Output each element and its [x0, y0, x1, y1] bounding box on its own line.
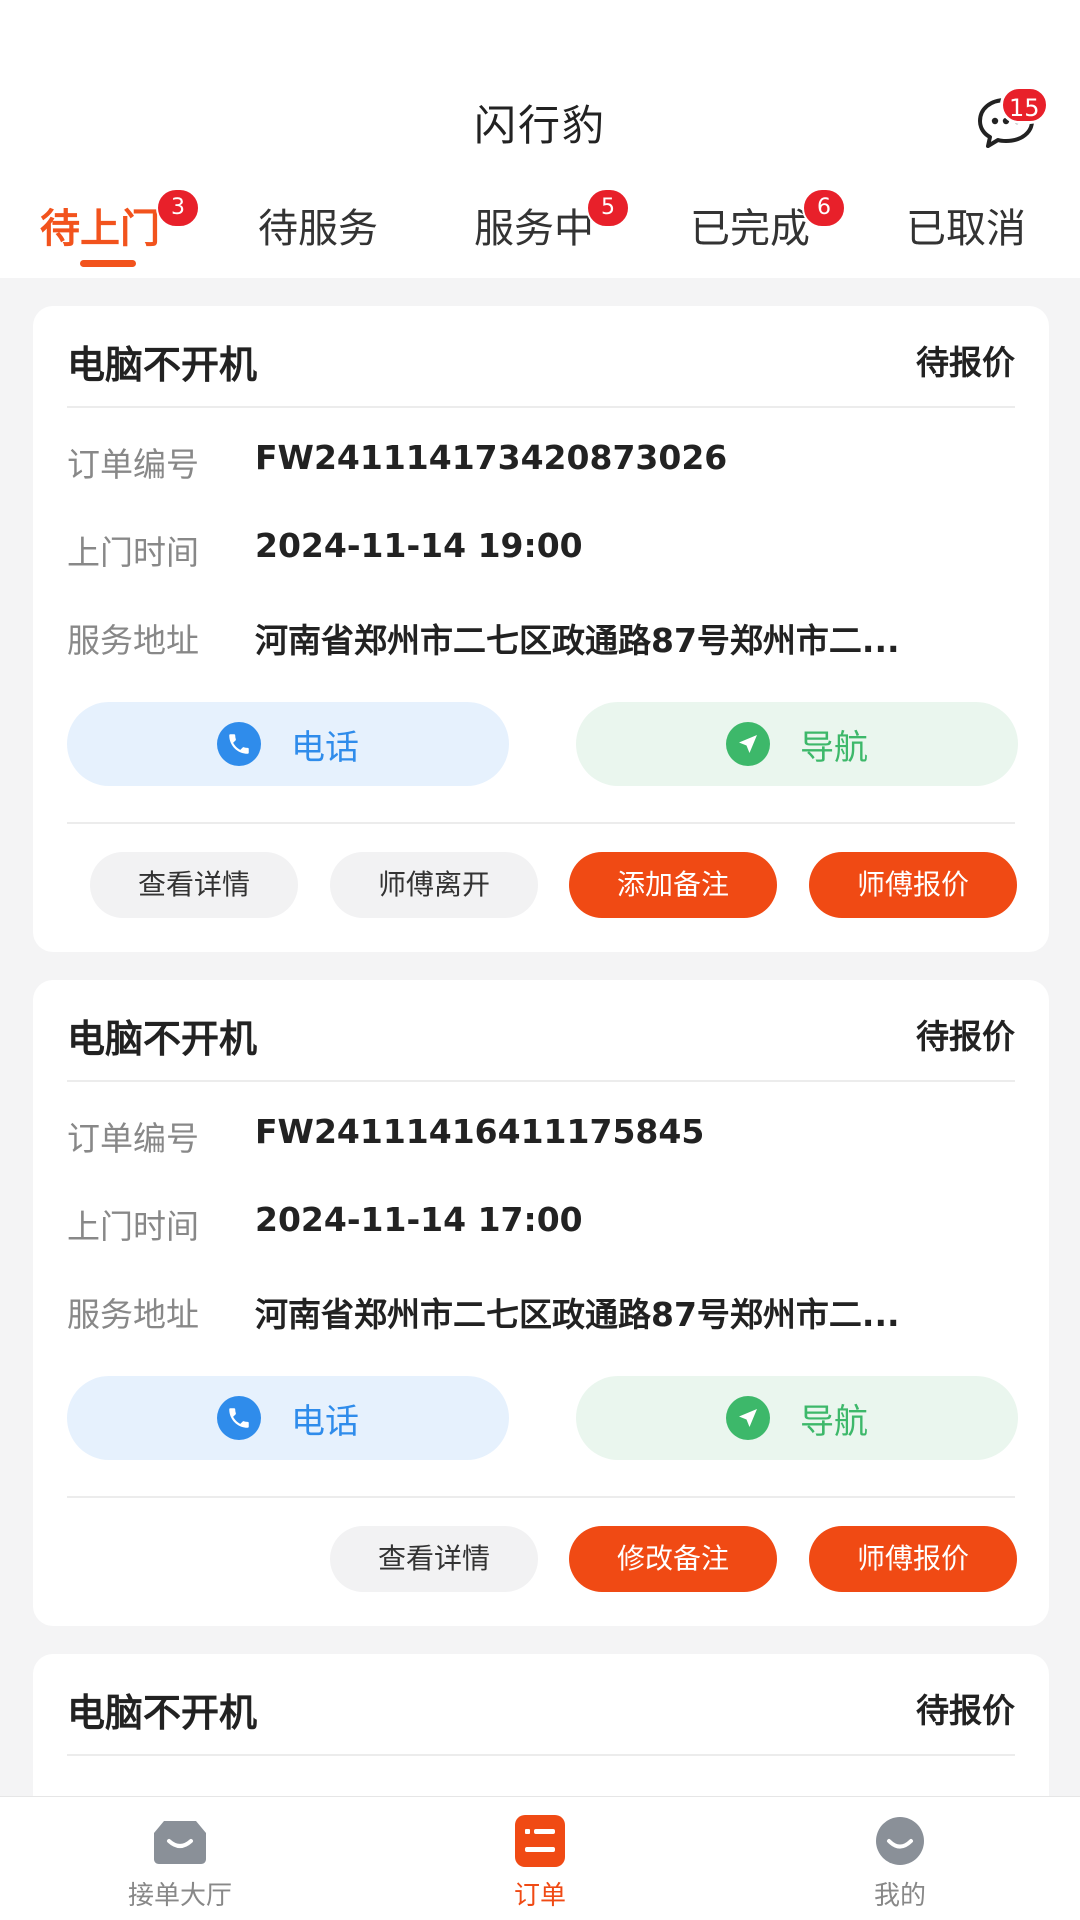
address-label: 服务地址: [67, 621, 199, 660]
address-label: 服务地址: [67, 1295, 199, 1334]
call-button[interactable]: 电话: [67, 702, 509, 786]
nav-orders[interactable]: 订单: [460, 1815, 620, 1912]
address-value: 河南省郑州市二七区政通路87号郑州市二...: [255, 1295, 900, 1334]
nav-order-hall[interactable]: 接单大厅: [100, 1815, 260, 1912]
phone-icon: [217, 722, 261, 766]
call-label: 电话: [291, 727, 359, 768]
tab-label: 服务中: [474, 206, 594, 252]
tab-badge: 5: [586, 188, 630, 228]
call-label: 电话: [291, 1401, 359, 1442]
bottom-nav: 接单大厅 订单 我的: [0, 1796, 1080, 1920]
order-no-value: FW24111416411175845: [255, 1112, 705, 1151]
nav-label: 订单: [513, 1881, 566, 1911]
order-status: 待报价: [916, 1017, 1015, 1056]
header: 闪行豹 15 待上门 3 待服务 服务中 5 已完成 6 已取消: [0, 0, 1080, 278]
visit-time-label: 上门时间: [67, 533, 199, 572]
view-details-button[interactable]: 查看详情: [90, 852, 298, 918]
order-title: 电脑不开机: [67, 1017, 258, 1061]
profile-icon: [876, 1817, 924, 1865]
visit-time-value: 2024-11-14 17:00: [255, 1200, 583, 1239]
order-status: 待报价: [916, 343, 1015, 382]
divider: [67, 406, 1015, 408]
divider: [67, 822, 1015, 824]
quote-price-button[interactable]: 师傅报价: [809, 852, 1017, 918]
message-badge: 15: [1000, 86, 1049, 124]
add-note-button[interactable]: 添加备注: [569, 852, 777, 918]
tab-cancelled[interactable]: 已取消: [906, 196, 1026, 254]
status-tabs: 待上门 3 待服务 服务中 5 已完成 6 已取消: [0, 188, 1080, 278]
tab-pending-visit[interactable]: 待上门 3: [40, 188, 200, 254]
hall-icon: [154, 1821, 206, 1864]
technician-leave-button[interactable]: 师傅离开: [330, 852, 538, 918]
navigate-label: 导航: [800, 1401, 868, 1442]
visit-time-label: 上门时间: [67, 1207, 199, 1246]
order-no-value: FW241114173420873026: [255, 438, 728, 477]
visit-time-value: 2024-11-14 19:00: [255, 526, 583, 565]
tab-label: 已取消: [906, 206, 1026, 252]
call-button[interactable]: 电话: [67, 1376, 509, 1460]
navigate-button[interactable]: 导航: [576, 702, 1018, 786]
navigation-arrow-icon: [726, 1396, 770, 1440]
order-no-label: 订单编号: [67, 1119, 199, 1158]
order-title: 电脑不开机: [67, 343, 258, 387]
order-card: 电脑不开机 待报价 订单编号 FW241114173420873026 上门时间…: [33, 306, 1049, 952]
edit-note-button[interactable]: 修改备注: [569, 1526, 777, 1592]
navigation-arrow-icon: [726, 722, 770, 766]
tab-completed[interactable]: 已完成 6: [690, 188, 846, 254]
order-status: 待报价: [916, 1691, 1015, 1730]
divider: [67, 1080, 1015, 1082]
order-card: 电脑不开机 待报价 订单编号 FW24111416411175845 上门时间 …: [33, 980, 1049, 1626]
order-title: 电脑不开机: [67, 1691, 258, 1735]
divider: [67, 1496, 1015, 1498]
tab-in-service[interactable]: 服务中 5: [474, 188, 630, 254]
navigate-label: 导航: [800, 727, 868, 768]
nav-profile[interactable]: 我的: [820, 1815, 980, 1912]
phone-icon: [217, 1396, 261, 1440]
tab-label: 待上门: [40, 206, 160, 252]
divider: [67, 1754, 1015, 1756]
tab-label: 已完成: [690, 206, 810, 252]
order-list-icon: [515, 1815, 565, 1867]
order-no-label: 订单编号: [67, 445, 199, 484]
tab-badge: 3: [156, 188, 200, 228]
tab-label: 待服务: [258, 206, 378, 252]
nav-label: 接单大厅: [127, 1881, 232, 1911]
active-tab-indicator: [80, 260, 136, 267]
tab-badge: 6: [802, 188, 846, 228]
quote-price-button[interactable]: 师傅报价: [809, 1526, 1017, 1592]
orders-page: 闪行豹 15 待上门 3 待服务 服务中 5 已完成 6 已取消 电脑不开机 待…: [0, 0, 1080, 1920]
app-title: 闪行豹: [473, 101, 606, 150]
tab-pending-service[interactable]: 待服务: [258, 196, 378, 254]
nav-label: 我的: [873, 1881, 926, 1911]
view-details-button[interactable]: 查看详情: [330, 1526, 538, 1592]
address-value: 河南省郑州市二七区政通路87号郑州市二...: [255, 621, 900, 660]
navigate-button[interactable]: 导航: [576, 1376, 1018, 1460]
